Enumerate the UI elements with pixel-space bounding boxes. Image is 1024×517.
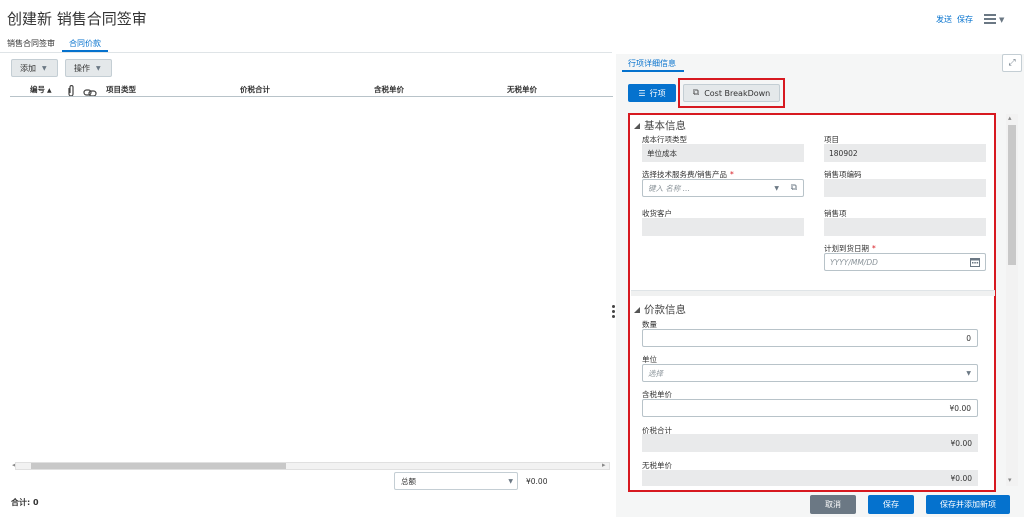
column-header-project-type[interactable]: 项目类型 <box>106 84 136 95</box>
save-and-add-button[interactable]: 保存并添加新项 <box>926 495 1010 514</box>
sales-code-value <box>824 179 986 197</box>
link-icon[interactable] <box>83 82 97 101</box>
total-count: 合计: 0 <box>11 498 39 507</box>
collapse-icon[interactable] <box>634 122 640 129</box>
basic-info-header[interactable]: 基本信息 <box>634 118 686 133</box>
chevron-down-icon: ▼ <box>96 64 101 72</box>
search-list-icon[interactable]: ⧉ <box>791 183 797 193</box>
horizontal-scroll-thumb[interactable] <box>31 463 286 469</box>
scroll-right-icon[interactable]: ▸ <box>602 461 606 469</box>
actions-button[interactable]: 操作 ▼ <box>65 59 112 77</box>
detail-tab-indicator <box>622 70 684 72</box>
tab-contract-review[interactable]: 销售合同签审 <box>7 38 55 49</box>
scroll-down-icon[interactable]: ▾ <box>1008 476 1012 484</box>
tabs-divider <box>0 52 612 53</box>
service-product-input[interactable]: 键入 名称 ... ▼ ⧉ <box>642 179 804 197</box>
attachment-icon[interactable] <box>67 82 75 101</box>
cost-breakdown-button[interactable]: ⧉ Cost BreakDown <box>683 84 780 102</box>
sales-item-value <box>824 218 986 236</box>
project-value: 180902 <box>824 144 986 162</box>
price-info-header[interactable]: 价款信息 <box>634 302 686 317</box>
amount-value: ¥0.00 <box>526 477 548 486</box>
section-divider <box>631 290 995 296</box>
amount-type-value: 总额 <box>401 476 416 486</box>
chevron-down-icon[interactable]: ▼ <box>999 16 1004 24</box>
customer-value <box>642 218 804 236</box>
cancel-button[interactable]: 取消 <box>810 495 856 514</box>
total-with-tax-value: ¥0.00 <box>642 434 978 452</box>
vertical-scroll-thumb[interactable] <box>1008 125 1016 265</box>
save-button[interactable]: 保存 <box>868 495 914 514</box>
send-link[interactable]: 发送 <box>936 14 952 25</box>
unit-select[interactable]: 选择 ▼ <box>642 364 978 382</box>
line-button[interactable]: ☰ 行项 <box>628 84 676 102</box>
expand-icon[interactable]: ⤢ <box>1002 54 1022 72</box>
calendar-icon[interactable] <box>970 257 980 269</box>
stack-icon: ⧉ <box>692 88 700 98</box>
tab-line-details[interactable]: 行项详细信息 <box>628 58 676 69</box>
list-icon: ☰ <box>638 88 646 98</box>
tax-unit-price-input[interactable]: ¥0.00 <box>642 399 978 417</box>
add-button[interactable]: 添加 ▼ <box>11 59 58 77</box>
quantity-input[interactable]: 0 <box>642 329 978 347</box>
chevron-down-icon: ▼ <box>966 369 971 377</box>
collapse-icon[interactable] <box>634 306 640 313</box>
tab-contract-price[interactable]: 合同价款 <box>69 38 101 49</box>
amount-type-select[interactable]: 总额 ▼ <box>394 472 518 490</box>
column-header-unit-price-without-tax[interactable]: 无税单价 <box>507 84 537 95</box>
table-header-divider <box>10 96 613 97</box>
column-header-number[interactable]: 编号 ▲ <box>30 84 52 95</box>
notax-unit-price-value: ¥0.00 <box>642 470 978 486</box>
actions-button-label: 操作 <box>74 63 90 73</box>
chevron-down-icon[interactable]: ▼ <box>774 185 779 192</box>
menu-icon[interactable] <box>984 14 996 24</box>
scroll-up-icon[interactable]: ▴ <box>1008 114 1012 122</box>
sort-asc-icon[interactable]: ▲ <box>47 87 52 94</box>
page-title: 创建新 销售合同签审 <box>7 10 147 28</box>
column-header-unit-price-with-tax[interactable]: 含税单价 <box>374 84 404 95</box>
chevron-down-icon: ▼ <box>42 64 47 72</box>
add-button-label: 添加 <box>20 63 36 73</box>
save-link[interactable]: 保存 <box>957 14 973 25</box>
column-header-total-with-tax[interactable]: 价税合计 <box>240 84 270 95</box>
delivery-date-input[interactable]: YYYY/MM/DD <box>824 253 986 271</box>
chevron-down-icon: ▼ <box>508 477 513 485</box>
cost-line-type-value: 单位成本 <box>642 144 804 162</box>
